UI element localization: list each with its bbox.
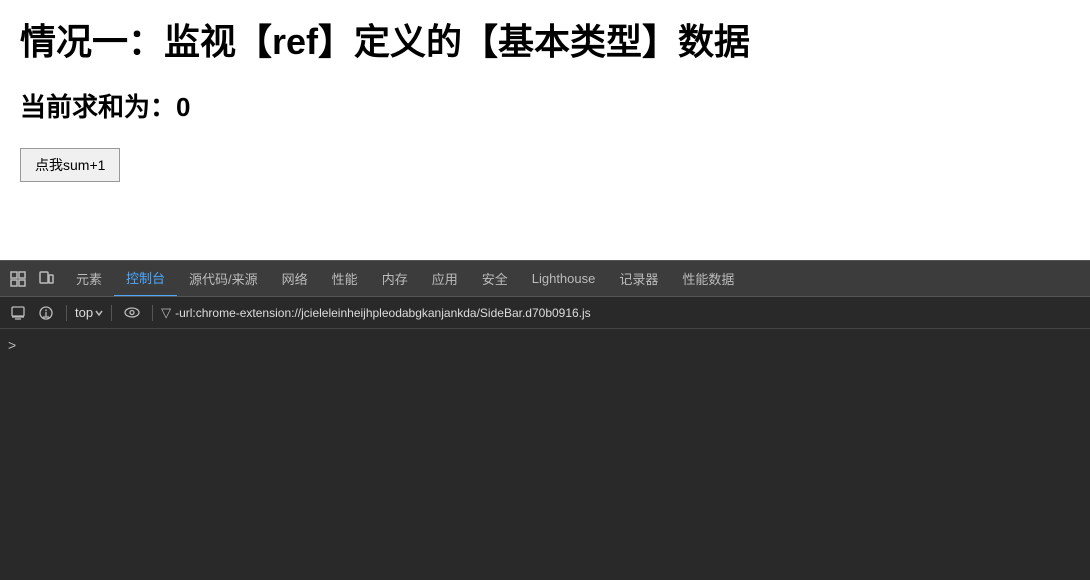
context-selector[interactable]: top — [75, 305, 103, 320]
issues-button[interactable] — [34, 301, 58, 325]
toolbar-divider-1 — [66, 305, 67, 321]
context-label: top — [75, 305, 93, 320]
inspect-element-icon[interactable] — [4, 265, 32, 293]
main-content: 情况一：监视【ref】定义的【基本类型】数据 当前求和为：0 点我sum+1 — [0, 0, 1090, 260]
device-toolbar-icon[interactable] — [32, 265, 60, 293]
chevron-down-icon — [95, 309, 103, 317]
toolbar-divider-2 — [111, 305, 112, 321]
sum-button[interactable]: 点我sum+1 — [20, 148, 120, 182]
tab-sources[interactable]: 源代码/来源 — [177, 261, 270, 297]
devtools-tabbar: 元素 控制台 源代码/来源 网络 性能 内存 应用 安全 Lighthouse … — [0, 261, 1090, 297]
page-title: 情况一：监视【ref】定义的【基本类型】数据 — [20, 20, 1070, 63]
sum-label: 当前求和为： — [20, 92, 176, 122]
tab-recorder[interactable]: 记录器 — [607, 261, 670, 297]
tab-perf-data[interactable]: 性能数据 — [670, 261, 746, 297]
sum-value: 0 — [176, 92, 190, 122]
sum-display: 当前求和为：0 — [20, 87, 1070, 124]
tab-network[interactable]: 网络 — [270, 261, 320, 297]
toolbar-divider-3 — [152, 305, 153, 321]
tab-elements[interactable]: 元素 — [64, 261, 114, 297]
tab-application[interactable]: 应用 — [420, 261, 470, 297]
tab-console[interactable]: 控制台 — [114, 261, 177, 297]
devtools-left-icons — [4, 265, 60, 293]
eye-icon[interactable] — [120, 301, 144, 325]
filter-icon: ▽ — [161, 305, 171, 321]
tab-lighthouse[interactable]: Lighthouse — [520, 261, 608, 297]
devtools-panel: 元素 控制台 源代码/来源 网络 性能 内存 应用 安全 Lighthouse … — [0, 260, 1090, 580]
console-prompt[interactable]: > — [8, 333, 1082, 357]
filter-input[interactable]: -url:chrome-extension://jcieleleinheijhp… — [175, 306, 1084, 320]
devtools-toolbar: top ▽ -url:chrome-extension://jcielelein… — [0, 297, 1090, 329]
tab-memory[interactable]: 内存 — [370, 261, 420, 297]
devtools-console-area: > — [0, 329, 1090, 580]
tab-security[interactable]: 安全 — [470, 261, 520, 297]
clear-console-button[interactable] — [6, 301, 30, 325]
tab-performance[interactable]: 性能 — [320, 261, 370, 297]
